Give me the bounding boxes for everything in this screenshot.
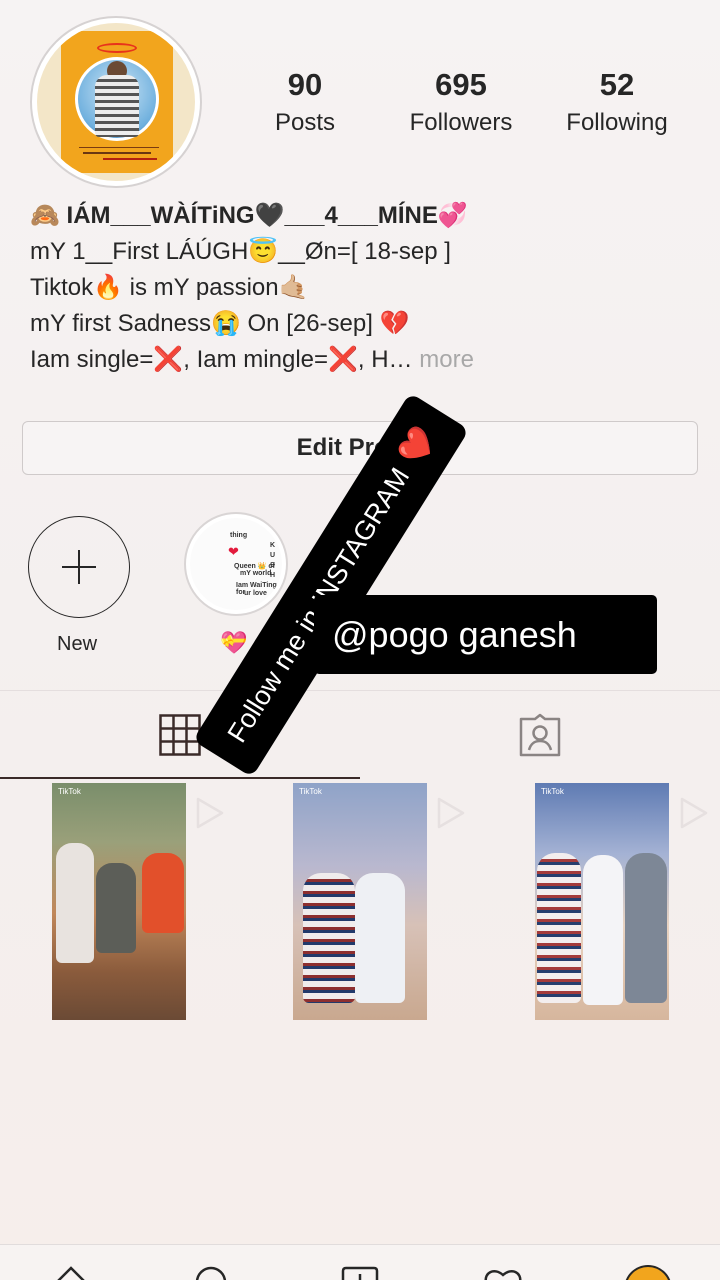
profile-bio: 🙈 ІÁМ___WÀÍТіNG🖤___4___МÍNЕ💞 mY 1__First… — [30, 198, 690, 378]
tiktok-watermark: TikTok — [299, 787, 322, 796]
story-highlight-label: 💝 — [220, 630, 248, 655]
followers-label: Followers — [409, 109, 513, 136]
story-highlight[interactable]: thing ❤ Queen 👑 of mY world K U S H Iam … — [184, 512, 288, 616]
tab-tagged[interactable] — [360, 691, 720, 779]
bottom-navigation — [0, 1244, 720, 1280]
profile-avatar[interactable] — [30, 16, 202, 188]
halo-graphic — [97, 43, 137, 53]
bio-line: mY 1__First LÁÚGH😇__Øn=[ 18-sep ] — [30, 238, 451, 265]
heart-icon[interactable] — [482, 1265, 524, 1280]
followers-stat[interactable]: 695 Followers — [396, 66, 526, 142]
profile-avatar-icon[interactable] — [624, 1265, 672, 1280]
avatar-card-frame — [61, 31, 173, 173]
followers-count: 695 — [435, 67, 487, 102]
play-icon — [196, 797, 224, 829]
following-label: Following — [566, 109, 668, 136]
bio-line: Iam single=❌, Iam mingle=❌, H… — [30, 346, 413, 373]
following-stat[interactable]: 52 Following — [552, 66, 682, 142]
following-count: 52 — [599, 67, 635, 102]
posts-stat[interactable]: 90 Posts — [240, 66, 370, 142]
bio-more-link[interactable]: more — [419, 346, 474, 373]
tiktok-watermark: TikTok — [541, 787, 564, 796]
profile-tabs — [0, 690, 720, 779]
posts-count: 90 — [287, 67, 323, 102]
tagged-icon — [519, 713, 561, 757]
post-thumbnail[interactable]: TikTok — [535, 783, 669, 1020]
search-icon[interactable] — [194, 1265, 228, 1280]
home-icon[interactable] — [54, 1265, 88, 1280]
active-tab-indicator — [0, 777, 360, 779]
bio-line-truncated: Iam single=❌, Iam mingle=❌, H… more — [30, 342, 690, 378]
play-icon — [437, 797, 465, 829]
edit-profile-button[interactable]: Edit Profile — [22, 421, 698, 475]
story-highlight-cover: thing ❤ Queen 👑 of mY world K U S H Iam … — [190, 518, 282, 610]
post-thumbnail[interactable]: TikTok — [52, 783, 186, 1020]
new-highlight-label: New — [57, 633, 98, 655]
avatar-person — [95, 75, 139, 137]
posts-label: Posts — [274, 109, 336, 136]
post-thumbnail[interactable]: TikTok — [293, 783, 427, 1020]
add-post-icon[interactable] — [340, 1265, 380, 1280]
grid-icon — [159, 714, 201, 756]
bio-line: Tiktok🔥 is mY passion🤙🏼 — [30, 274, 309, 301]
play-icon — [680, 797, 708, 829]
avatar-caption-graphic — [79, 147, 159, 165]
profile-name: 🙈 ІÁМ___WÀÍТіNG🖤___4___МÍNЕ💞 — [30, 202, 468, 229]
tiktok-watermark: TikTok — [58, 787, 81, 796]
bio-line: mY first Sadness😭 On [26-sep] 💔 — [30, 310, 410, 337]
sticker-heart: ❤️ — [393, 421, 442, 471]
username-handle-overlay: @pogo ganesh — [314, 595, 657, 674]
tab-posts-grid[interactable] — [0, 691, 360, 779]
new-highlight-button[interactable] — [28, 516, 130, 618]
plus-icon — [62, 550, 96, 584]
profile-photo — [37, 23, 195, 181]
